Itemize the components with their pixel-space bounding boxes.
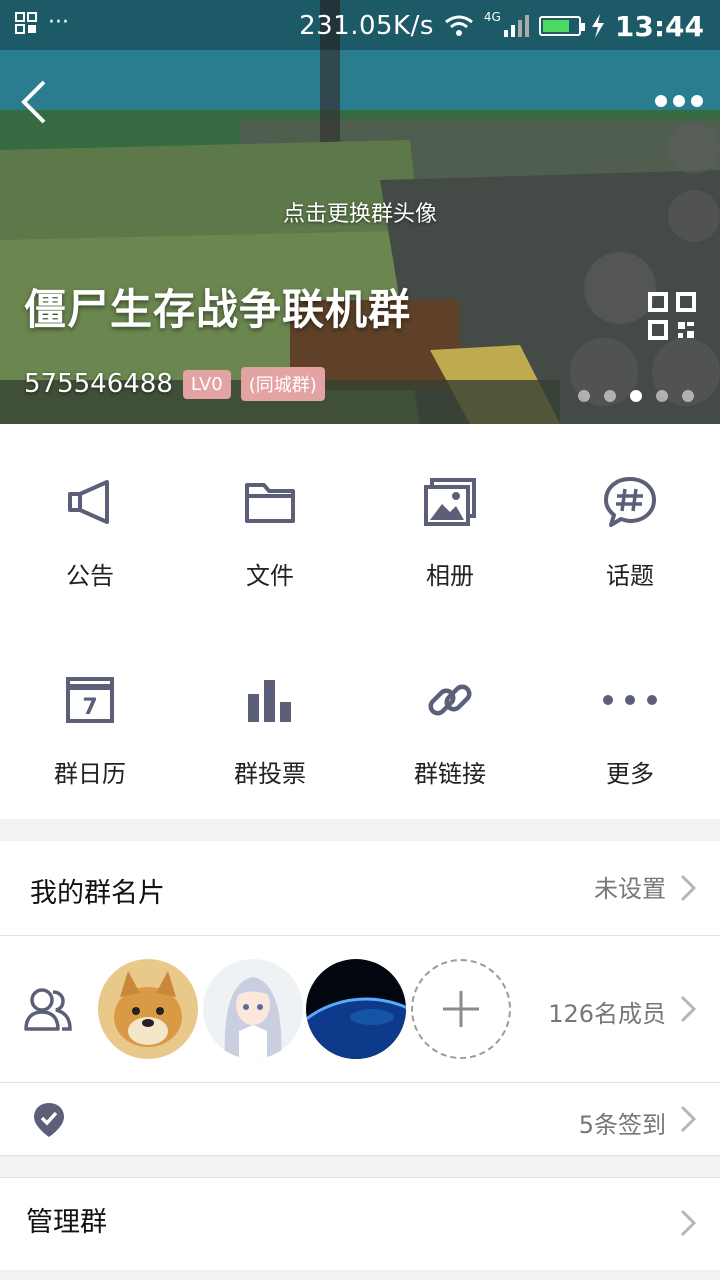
feature-grid: 公告 文件 相册 话题 7 群日历 群投票 群链接 更多 bbox=[0, 424, 720, 819]
wifi-icon bbox=[445, 15, 473, 36]
feature-label: 话题 bbox=[606, 562, 654, 590]
more-dots-icon bbox=[600, 670, 660, 730]
feature-label: 群链接 bbox=[414, 760, 486, 788]
member-avatar[interactable] bbox=[203, 959, 303, 1059]
feature-more[interactable]: 更多 bbox=[540, 622, 720, 802]
app-grid-icon bbox=[15, 11, 37, 34]
my-group-card-value: 未设置 bbox=[594, 875, 666, 903]
carousel-dot[interactable] bbox=[682, 390, 694, 402]
album-icon bbox=[420, 472, 480, 532]
group-id: 575546488 bbox=[24, 369, 173, 399]
battery-icon bbox=[538, 16, 585, 36]
feature-link[interactable]: 群链接 bbox=[360, 622, 540, 802]
member-avatar[interactable] bbox=[306, 959, 406, 1059]
feature-topic[interactable]: 话题 bbox=[540, 424, 720, 604]
chevron-right-icon bbox=[680, 1209, 696, 1237]
manage-group-row[interactable]: 管理群 bbox=[0, 1178, 720, 1270]
feature-announcement[interactable]: 公告 bbox=[0, 424, 180, 604]
megaphone-icon bbox=[60, 472, 120, 532]
feature-calendar[interactable]: 7 群日历 bbox=[0, 622, 180, 802]
qr-code-icon bbox=[648, 292, 696, 340]
add-member-button[interactable] bbox=[411, 959, 511, 1059]
clock: 13:44 bbox=[614, 9, 704, 43]
svg-text:7: 7 bbox=[82, 695, 97, 720]
feature-label: 更多 bbox=[606, 760, 654, 788]
group-id-row: 575546488 LV0 (同城群) bbox=[24, 367, 325, 401]
city-tag: (同城群) bbox=[240, 367, 325, 401]
more-options-button[interactable] bbox=[652, 88, 706, 114]
status-bar: ··· 231.05K/s 4G 13:44 bbox=[0, 0, 720, 50]
my-group-card-row[interactable]: 我的群名片 未设置 bbox=[0, 841, 720, 935]
calendar-icon: 7 bbox=[60, 670, 120, 730]
feature-album[interactable]: 相册 bbox=[360, 424, 540, 604]
plus-icon bbox=[443, 991, 479, 1027]
feature-label: 公告 bbox=[66, 562, 114, 590]
chevron-right-icon bbox=[680, 1105, 696, 1133]
qr-code-button[interactable] bbox=[648, 292, 696, 340]
feature-vote[interactable]: 群投票 bbox=[180, 622, 360, 802]
carousel-dot[interactable] bbox=[578, 390, 590, 402]
group-name: 僵尸生存战争联机群 bbox=[24, 285, 412, 334]
member-count: 126名成员 bbox=[548, 1000, 666, 1028]
feature-files[interactable]: 文件 bbox=[180, 424, 360, 604]
carousel-dot[interactable] bbox=[604, 390, 616, 402]
topic-icon bbox=[600, 472, 660, 532]
feature-label: 相册 bbox=[426, 562, 474, 590]
charging-icon bbox=[591, 14, 604, 38]
vote-icon bbox=[240, 670, 300, 730]
divider bbox=[0, 1177, 720, 1178]
back-button[interactable] bbox=[10, 76, 60, 128]
overflow-dots-icon: ··· bbox=[48, 10, 69, 35]
chevron-right-icon bbox=[680, 995, 696, 1023]
chevron-left-icon bbox=[21, 80, 46, 124]
network-type: 4G bbox=[483, 10, 501, 24]
link-icon bbox=[420, 670, 480, 730]
member-avatar[interactable] bbox=[98, 959, 198, 1059]
checkin-count: 5条签到 bbox=[578, 1111, 666, 1139]
members-icon bbox=[24, 988, 72, 1031]
carousel-dot-active[interactable] bbox=[630, 390, 642, 402]
carousel-dot[interactable] bbox=[656, 390, 668, 402]
divider bbox=[0, 1155, 720, 1156]
change-avatar-hint[interactable]: 点击更换群头像 bbox=[0, 196, 720, 228]
checkin-icon bbox=[34, 1103, 64, 1137]
network-speed: 231.05K/s bbox=[299, 11, 434, 41]
status-right: 231.05K/s 4G 13:44 bbox=[299, 6, 704, 46]
checkin-row[interactable]: 5条签到 bbox=[0, 1083, 720, 1155]
folder-icon bbox=[240, 472, 300, 532]
group-header: ··· 231.05K/s 4G 13:44 点击更换群头像 僵尸生存战争联机群… bbox=[0, 0, 720, 424]
feature-label: 群日历 bbox=[54, 760, 126, 788]
feature-label: 文件 bbox=[246, 562, 294, 590]
chevron-right-icon bbox=[680, 874, 696, 902]
feature-label: 群投票 bbox=[234, 760, 306, 788]
manage-group-title: 管理群 bbox=[26, 1207, 107, 1238]
my-group-card-title: 我的群名片 bbox=[30, 878, 165, 909]
carousel-indicator bbox=[578, 390, 694, 402]
level-tag: LV0 bbox=[182, 369, 231, 399]
status-left: ··· bbox=[14, 10, 69, 35]
signal-icon bbox=[503, 15, 529, 37]
